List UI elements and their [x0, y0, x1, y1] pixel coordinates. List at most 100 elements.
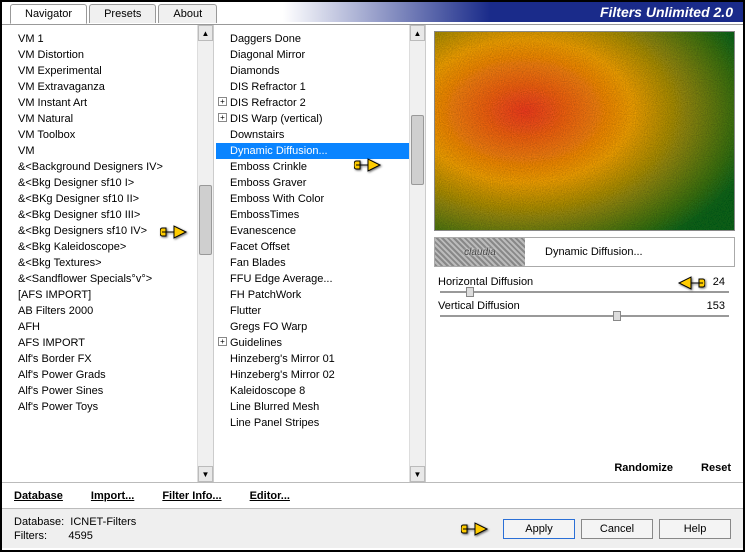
slider-thumb[interactable]	[466, 287, 474, 297]
category-item[interactable]: &<Bkg Kaleidoscope>	[4, 239, 211, 255]
category-item[interactable]: VM Instant Art	[4, 95, 211, 111]
scroll-down-icon[interactable]: ▼	[198, 466, 213, 482]
parameters: Horizontal Diffusion 24 Vertical Diffusi…	[434, 275, 735, 458]
filter-item[interactable]: Dynamic Diffusion...	[216, 143, 423, 159]
filter-item[interactable]: Flutter	[216, 303, 423, 319]
scroll-down-icon[interactable]: ▼	[410, 466, 425, 482]
category-item[interactable]: [AFS IMPORT]	[4, 287, 211, 303]
filter-item[interactable]: Diagonal Mirror	[216, 47, 423, 63]
category-item[interactable]: VM Experimental	[4, 63, 211, 79]
slider-horizontal-diffusion[interactable]	[440, 291, 729, 293]
slider-thumb[interactable]	[613, 311, 621, 321]
filter-item-label: Emboss With Color	[230, 193, 324, 205]
filter-item[interactable]: Fan Blades	[216, 255, 423, 271]
cancel-button[interactable]: Cancel	[581, 519, 653, 539]
category-item[interactable]: &<Bkg Designers sf10 IV>	[4, 223, 211, 239]
filter-item-label: Evanescence	[230, 225, 296, 237]
filter-preview	[434, 31, 735, 231]
category-item[interactable]: Alf's Border FX	[4, 351, 211, 367]
category-item[interactable]: VM	[4, 143, 211, 159]
expand-icon[interactable]: +	[218, 337, 227, 346]
filter-item[interactable]: Emboss With Color	[216, 191, 423, 207]
content: VM 1VM DistortionVM ExperimentalVM Extra…	[2, 24, 743, 482]
category-item[interactable]: &<Bkg Textures>	[4, 255, 211, 271]
category-item[interactable]: &<Bkg Designer sf10 III>	[4, 207, 211, 223]
tab-presets[interactable]: Presets	[89, 4, 156, 23]
reset-button[interactable]: Reset	[701, 462, 731, 474]
filter-item[interactable]: +DIS Refractor 2	[216, 95, 423, 111]
scroll-thumb[interactable]	[411, 115, 424, 185]
filter-item-label: Facet Offset	[230, 241, 290, 253]
category-list[interactable]: VM 1VM DistortionVM ExperimentalVM Extra…	[2, 25, 213, 482]
editor-button[interactable]: Editor...	[250, 490, 290, 502]
database-button[interactable]: Database	[14, 490, 63, 502]
filter-item-label: Emboss Crinkle	[230, 161, 307, 173]
filter-item[interactable]: Hinzeberg's Mirror 01	[216, 351, 423, 367]
param-vertical-diffusion: Vertical Diffusion 153	[434, 299, 735, 313]
scroll-thumb[interactable]	[199, 185, 212, 255]
filter-item-label: Kaleidoscope 8	[230, 385, 305, 397]
scroll-up-icon[interactable]: ▲	[198, 25, 213, 41]
category-item[interactable]: &<Background Designers IV>	[4, 159, 211, 175]
filter-item[interactable]: Diamonds	[216, 63, 423, 79]
category-item[interactable]: VM 1	[4, 31, 211, 47]
filter-title-row: claudia Dynamic Diffusion...	[434, 237, 735, 267]
category-item[interactable]: VM Distortion	[4, 47, 211, 63]
filter-info-button[interactable]: Filter Info...	[162, 490, 221, 502]
filter-list[interactable]: Daggers Done Diagonal Mirror Diamonds DIS R…	[214, 25, 425, 482]
expand-icon[interactable]: +	[218, 113, 227, 122]
filter-item[interactable]: FFU Edge Average...	[216, 271, 423, 287]
filter-item[interactable]: Kaleidoscope 8	[216, 383, 423, 399]
filter-item[interactable]: Downstairs	[216, 127, 423, 143]
category-item[interactable]: AFH	[4, 319, 211, 335]
filter-item[interactable]: +Guidelines	[216, 335, 423, 351]
tabs: Navigator Presets About	[10, 4, 219, 23]
filter-item[interactable]: FH PatchWork	[216, 287, 423, 303]
category-item[interactable]: VM Extravaganza	[4, 79, 211, 95]
filter-panel: Daggers Done Diagonal Mirror Diamonds DIS R…	[214, 25, 426, 482]
category-item[interactable]: Alf's Power Sines	[4, 383, 211, 399]
scrollbar-middle[interactable]: ▲ ▼	[409, 25, 425, 482]
filter-item[interactable]: Emboss Graver	[216, 175, 423, 191]
filter-item[interactable]: Line Panel Stripes	[216, 415, 423, 431]
category-item[interactable]: Alf's Power Toys	[4, 399, 211, 415]
category-panel: VM 1VM DistortionVM ExperimentalVM Extra…	[2, 25, 214, 482]
category-item[interactable]: AFS IMPORT	[4, 335, 211, 351]
filter-item-label: FFU Edge Average...	[230, 273, 333, 285]
slider-vertical-diffusion[interactable]	[440, 315, 729, 317]
import-button[interactable]: Import...	[91, 490, 134, 502]
filter-item-label: Diamonds	[230, 65, 280, 77]
expand-icon[interactable]: +	[218, 97, 227, 106]
help-button[interactable]: Help	[659, 519, 731, 539]
header: Navigator Presets About Filters Unlimite…	[2, 2, 743, 24]
filter-item[interactable]: Gregs FO Warp	[216, 319, 423, 335]
filter-item[interactable]: Evanescence	[216, 223, 423, 239]
filter-item[interactable]: Emboss Crinkle	[216, 159, 423, 175]
category-item[interactable]: &<Bkg Designer sf10 I>	[4, 175, 211, 191]
category-item[interactable]: VM Natural	[4, 111, 211, 127]
filter-item[interactable]: +DIS Warp (vertical)	[216, 111, 423, 127]
category-item[interactable]: &<BKg Designer sf10 II>	[4, 191, 211, 207]
filter-item-label: DIS Warp (vertical)	[230, 113, 323, 125]
filter-item[interactable]: EmbossTimes	[216, 207, 423, 223]
category-item[interactable]: Alf's Power Grads	[4, 367, 211, 383]
scrollbar-left[interactable]: ▲ ▼	[197, 25, 213, 482]
filter-item[interactable]: Hinzeberg's Mirror 02	[216, 367, 423, 383]
filter-item-label: Gregs FO Warp	[230, 321, 307, 333]
tab-about[interactable]: About	[158, 4, 217, 23]
category-item[interactable]: VM Toolbox	[4, 127, 211, 143]
filter-item-label: Daggers Done	[230, 33, 301, 45]
filters-value: 4595	[68, 530, 92, 542]
scroll-up-icon[interactable]: ▲	[410, 25, 425, 41]
filter-item[interactable]: Daggers Done	[216, 31, 423, 47]
apply-button[interactable]: Apply	[503, 519, 575, 539]
filter-item[interactable]: Line Blurred Mesh	[216, 399, 423, 415]
filter-item-label: Emboss Graver	[230, 177, 306, 189]
randomize-button[interactable]: Randomize	[614, 462, 673, 474]
category-item[interactable]: &<Sandflower Specials°v°>	[4, 271, 211, 287]
filter-item-label: Line Blurred Mesh	[230, 401, 319, 413]
filter-item[interactable]: Facet Offset	[216, 239, 423, 255]
filter-item[interactable]: DIS Refractor 1	[216, 79, 423, 95]
category-item[interactable]: AB Filters 2000	[4, 303, 211, 319]
tab-navigator[interactable]: Navigator	[10, 4, 87, 24]
